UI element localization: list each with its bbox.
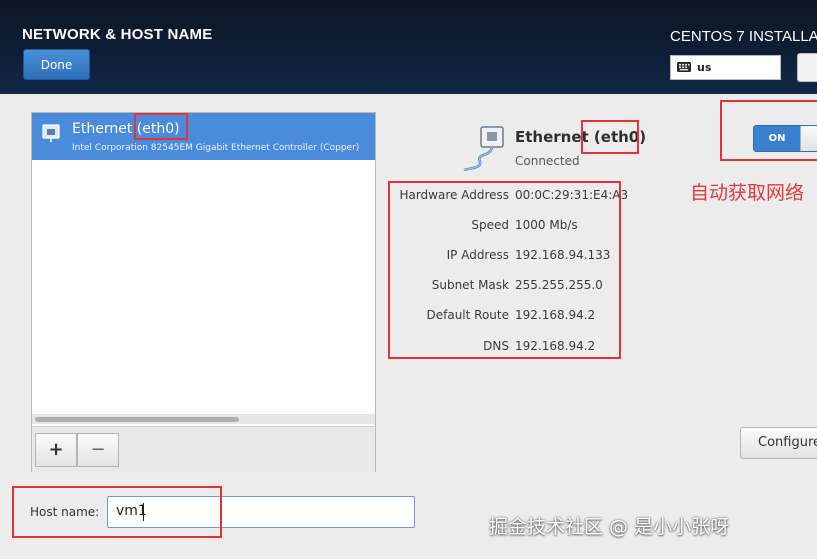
keyboard-icon bbox=[677, 62, 691, 72]
help-button[interactable] bbox=[797, 53, 817, 82]
horizontal-scrollbar[interactable] bbox=[32, 414, 375, 424]
highlight-box-device-eth0 bbox=[134, 113, 188, 140]
highlight-box-toggle bbox=[720, 100, 817, 161]
done-button[interactable]: Done bbox=[23, 49, 90, 80]
annotation-text: 自动获取网络 bbox=[690, 182, 805, 204]
installer-title: CENTOS 7 INSTALLATION bbox=[670, 28, 817, 45]
page-title: NETWORK & HOST NAME bbox=[22, 26, 213, 43]
keyboard-layout-label: us bbox=[697, 61, 712, 74]
keyboard-layout-indicator[interactable]: us bbox=[670, 55, 781, 80]
highlight-box-detail-eth0 bbox=[581, 120, 639, 154]
device-description: Intel Corporation 82545EM Gigabit Ethern… bbox=[72, 143, 360, 153]
watermark: 掘金技术社区 @ 是小小张呀 bbox=[489, 516, 730, 538]
device-list-panel: Ethernet (eth0) Intel Corporation 82545E… bbox=[31, 112, 376, 472]
device-list-toolbar: + − bbox=[32, 426, 375, 472]
configure-button[interactable]: Configure... bbox=[740, 427, 817, 459]
highlight-box-details bbox=[388, 181, 621, 359]
ethernet-icon bbox=[42, 124, 60, 142]
scrollbar-thumb[interactable] bbox=[35, 417, 239, 422]
add-device-button[interactable]: + bbox=[35, 433, 77, 467]
device-list-item-eth0[interactable]: Ethernet (eth0) Intel Corporation 82545E… bbox=[32, 113, 375, 160]
remove-device-button[interactable]: − bbox=[77, 433, 119, 467]
highlight-box-hostname bbox=[12, 486, 222, 538]
